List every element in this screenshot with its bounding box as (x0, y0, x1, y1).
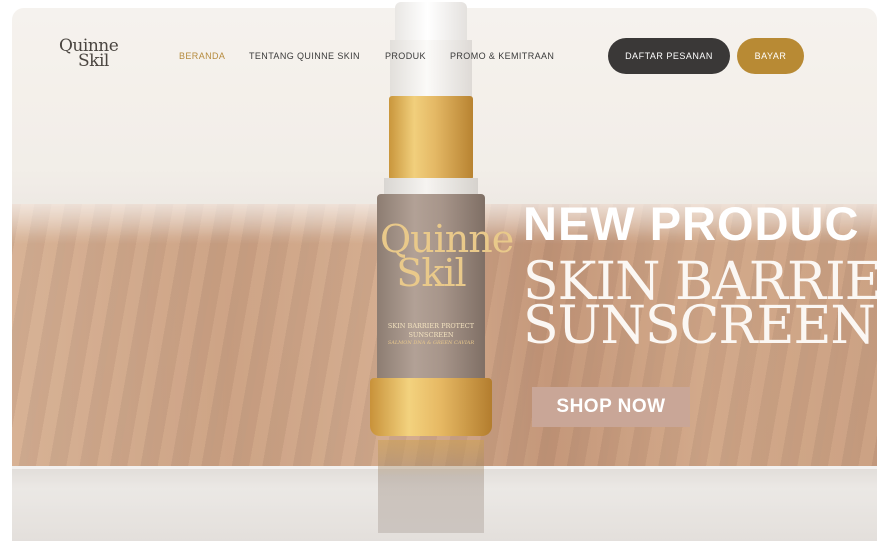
bottle-logo-line2: Skil (396, 251, 466, 296)
nav-item-produk[interactable]: PRODUK (385, 51, 426, 61)
bottle-label-line2: SUNSCREEN (408, 330, 454, 339)
nav-item-tentang[interactable]: TENTANG QUINNE SKIN (249, 51, 360, 61)
bottle-gold-base (370, 378, 492, 436)
order-list-button[interactable]: DAFTAR PESANAN (608, 38, 730, 74)
bottle-label: SKIN BARRIER PROTECT SUNSCREEN SALMON DN… (380, 322, 482, 346)
bottle-label-line1: SKIN BARRIER PROTECT (387, 322, 475, 330)
bottle-gold-cap (389, 96, 473, 180)
nav-item-promo[interactable]: PROMO & KEMITRAAN (450, 51, 554, 61)
bottle-reflection (378, 440, 484, 533)
logo-line2: Skil (78, 51, 109, 71)
bottle-label-line3: SALMON DNA & GREEN CAVIAR (387, 339, 475, 346)
bottle-pump-collar (390, 40, 472, 98)
pay-button[interactable]: BAYAR (737, 38, 804, 74)
hero-headline: NEW PRODUC (523, 197, 860, 250)
bottle-logo: Quinne Skil (380, 220, 514, 296)
hero-title-line2: SUNSCREEN (523, 296, 876, 356)
bottle-pump-head (395, 2, 467, 42)
brand-logo[interactable]: Quinne Skil (59, 36, 129, 76)
shop-now-button[interactable]: SHOP NOW (532, 387, 690, 427)
nav-item-beranda[interactable]: BERANDA (179, 51, 225, 61)
